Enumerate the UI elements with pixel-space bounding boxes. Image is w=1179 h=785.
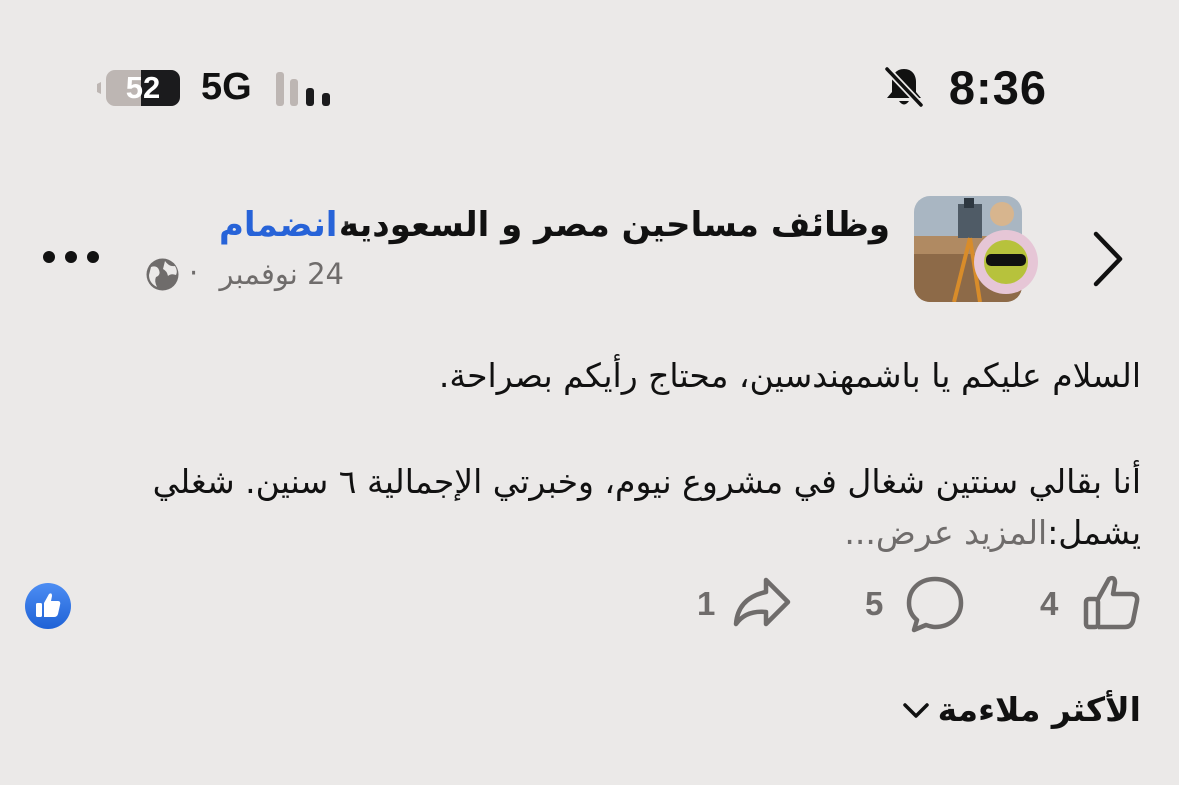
post-text-line2: أنا بقالي سنتين شغال في مشروع نيوم، وخبر…	[152, 462, 1141, 501]
separator-dot: ·	[341, 204, 352, 244]
join-button[interactable]: انضمام	[219, 205, 337, 245]
post-date[interactable]: 24 نوفمبر	[219, 257, 344, 291]
like-reaction-icon[interactable]	[24, 582, 72, 630]
date-separator: ·	[189, 256, 199, 290]
comments-sort-dropdown[interactable]: الأكثر ملاءمة	[938, 690, 1141, 729]
comment-icon[interactable]	[904, 574, 966, 634]
like-icon[interactable]	[1082, 573, 1142, 633]
status-time: 8:36	[948, 61, 1047, 114]
post-text: أنا بقالي سنتين شغال في مشروع نيوم، وخبر…	[41, 456, 1141, 558]
post-text-line3: يشمل:المزيد عرض...	[41, 507, 1141, 558]
group-photo	[914, 196, 1038, 302]
network-type: 5G	[201, 66, 252, 108]
shares-count: 1	[697, 585, 716, 622]
share-icon[interactable]	[730, 576, 792, 630]
post-text-continued: يشمل:	[1047, 513, 1141, 553]
bell-off-icon	[884, 66, 924, 108]
more-icon[interactable]	[40, 244, 102, 270]
battery-level: 52	[125, 70, 161, 105]
group-name[interactable]: وظائف مساحين مصر و السعوديه	[339, 205, 890, 245]
signal-icon	[276, 72, 330, 106]
chevron-down-icon[interactable]	[901, 700, 931, 722]
see-more-link[interactable]: المزيد عرض...	[844, 513, 1047, 552]
comments-count: 5	[865, 585, 884, 622]
globe-icon	[146, 258, 179, 291]
back-chevron-icon[interactable]	[1088, 228, 1128, 290]
post-text-line1: السلام عليكم يا باشمهندسين، محتاج رأيكم …	[438, 356, 1141, 395]
group-avatar[interactable]	[914, 196, 1038, 306]
likes-count: 4	[1040, 585, 1059, 622]
